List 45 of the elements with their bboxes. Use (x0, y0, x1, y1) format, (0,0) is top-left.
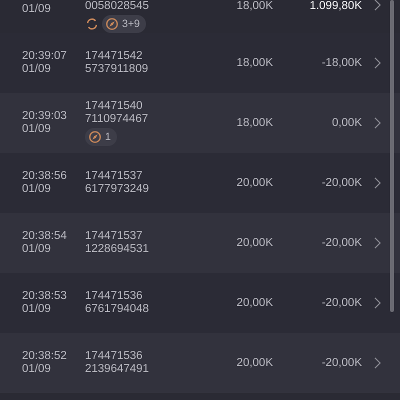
date-text: 01/09 (22, 63, 52, 76)
ticket-id: 6761794048 (85, 303, 149, 316)
history-row[interactable]: 20:38:54 01/09 174471537 1228694531 20,00K -20,00K (0, 213, 400, 273)
ticket-id: 2139647491 (85, 363, 149, 376)
date-text: 01/09 (22, 3, 52, 16)
date-text: 01/09 (22, 183, 52, 196)
stake-amount: 20,00K (236, 236, 273, 250)
ticket-id: 174471540 (85, 100, 143, 113)
ticket-id: 5737911809 (85, 63, 148, 76)
ticket-id: 174471537 (85, 170, 143, 183)
ticket-id: 7110974467 (85, 113, 148, 126)
date-text: 01/09 (22, 243, 52, 256)
date-text: 01/09 (22, 303, 52, 316)
result-amount: -20,00K (320, 236, 362, 250)
ticket-id: 0058028545 (85, 0, 149, 13)
result-amount: 1.099,80K (308, 0, 362, 13)
time-text: 20:38:56 (22, 170, 68, 183)
stake-amount: 20,00K (236, 176, 273, 190)
ticket-id: 174471542 (85, 50, 143, 63)
stake-amount: 20,00K (236, 356, 273, 370)
time-text: 20:39:07 (22, 50, 68, 63)
history-row[interactable]: 20:38:52 01/09 174471536 2139647491 20,00K -20,00K (0, 333, 400, 393)
time-text: 20:38:52 (22, 350, 68, 363)
badge-count: 1 (105, 131, 111, 143)
time-text: 20:38:54 (22, 230, 68, 243)
result-amount: -18,00K (320, 56, 362, 70)
ticket-id: 174471537 (85, 230, 143, 243)
time-text: 20:39:03 (22, 110, 68, 123)
result-amount: 0,00K (330, 116, 362, 130)
stake-amount: 18,00K (236, 116, 273, 130)
ticket-id: 1228694531 (85, 243, 149, 256)
result-amount: -20,00K (320, 296, 362, 310)
ticket-id: 174471536 (85, 290, 143, 303)
stake-amount: 20,00K (236, 296, 273, 310)
date-text: 01/09 (22, 123, 52, 136)
badge-count: 3+9 (122, 18, 140, 30)
ticket-id: 6177973249 (85, 183, 149, 196)
ticket-id: 174471536 (85, 350, 143, 363)
result-amount: -20,00K (320, 356, 362, 370)
result-amount: -20,00K (320, 176, 362, 190)
history-row[interactable]: 20:39:03 01/09 174471540 7110974467 1 18,00K 0,00K (0, 93, 400, 153)
stake-amount: 18,00K (236, 0, 273, 13)
stake-amount: 18,00K (236, 56, 273, 70)
date-text: 01/09 (22, 363, 52, 376)
time-text: 20:38:53 (22, 290, 68, 303)
